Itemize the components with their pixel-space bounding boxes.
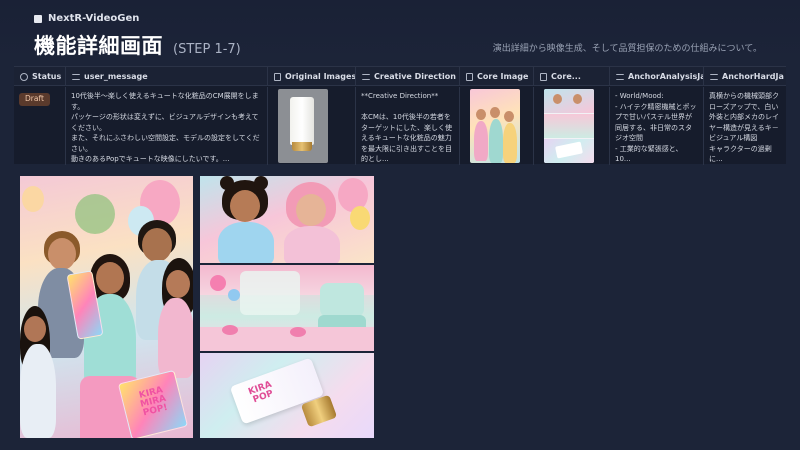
column-header-user-message[interactable]: user_message xyxy=(66,67,268,86)
column-header-status[interactable]: Status xyxy=(14,67,66,86)
status-icon xyxy=(20,72,28,81)
file-icon xyxy=(540,72,547,81)
cell-anchor-analysis[interactable]: - World/Mood: - ハイテク精密機械とポップで甘いパステル世界が同居… xyxy=(610,87,704,165)
collage-panel-product[interactable]: KIRA POP xyxy=(200,353,374,438)
product-tube xyxy=(290,97,314,145)
cell-creative-direction[interactable]: **Creative Direction** 本CMは、10代後半の若者をターゲ… xyxy=(356,87,460,165)
table-row[interactable]: Draft 10代後半～楽しく使えるキュートな化粧品のCM展開をします。 パッケ… xyxy=(14,87,786,165)
text-lines-icon xyxy=(616,73,624,80)
file-icon xyxy=(274,72,281,81)
cell-user-message[interactable]: 10代後半～楽しく使えるキュートな化粧品のCM展開をします。 パッケージの形状は… xyxy=(66,87,268,165)
step-indicator: (STEP 1-7) xyxy=(173,42,241,57)
product-box: KIRA MIRA POP! xyxy=(117,369,189,438)
balloon xyxy=(22,186,44,212)
collage-panel-set[interactable] xyxy=(200,265,374,351)
brand-name: NextR-VideoGen xyxy=(48,13,140,24)
text-lines-icon xyxy=(362,73,370,80)
page-title-row: 機能詳細画面 (STEP 1-7) xyxy=(34,30,241,60)
cell-original-images[interactable] xyxy=(268,87,356,165)
column-header-anchor-hard[interactable]: AnchorHardJa xyxy=(704,67,786,86)
brand: NextR-VideoGen xyxy=(34,13,139,24)
column-header-creative-direction[interactable]: Creative Direction xyxy=(356,67,460,86)
column-header-core-truncated[interactable]: Core... xyxy=(534,67,610,86)
cell-status[interactable]: Draft xyxy=(14,87,66,165)
page-subtitle: 演出詳細から映像生成、そして品質担保のための仕組みについて。 xyxy=(492,44,762,54)
column-header-original-images[interactable]: Original Images xyxy=(268,67,356,86)
table-header: Status user_message Original Images Crea… xyxy=(14,67,786,86)
file-icon xyxy=(466,72,473,81)
core-collage-thumbnail[interactable] xyxy=(544,89,594,163)
data-table: Status user_message Original Images Crea… xyxy=(14,66,786,165)
cube-icon xyxy=(34,14,42,23)
header-bar: NextR-VideoGen 機能詳細画面 (STEP 1-7) 演出詳細から映… xyxy=(0,0,800,66)
column-header-anchor-analysis[interactable]: AnchorAnalysisJa xyxy=(610,67,704,86)
column-header-core-image[interactable]: Core Image xyxy=(460,67,534,86)
product-label: KIRA MIRA POP! xyxy=(138,385,169,419)
plant xyxy=(75,194,115,234)
core-image-preview[interactable]: KIRA MIRA POP! xyxy=(20,176,193,438)
cell-core-image[interactable] xyxy=(460,87,534,165)
cell-anchor-hard[interactable]: 真横からの機械頭部クローズアップで、白い外装と内部メカのレイヤー構造が見えるキ－… xyxy=(704,87,786,165)
text-lines-icon xyxy=(710,73,718,80)
collage-panel-models[interactable] xyxy=(200,176,374,263)
page-title: 機能詳細画面 xyxy=(34,34,163,58)
status-badge: Draft xyxy=(19,93,50,106)
product-cap xyxy=(292,142,312,151)
original-image-thumbnail[interactable] xyxy=(278,89,328,163)
cell-core-truncated[interactable] xyxy=(534,87,610,165)
core-image-thumbnail[interactable] xyxy=(470,89,520,163)
text-lines-icon xyxy=(72,73,80,80)
tube-label: KIRA POP xyxy=(247,379,275,406)
